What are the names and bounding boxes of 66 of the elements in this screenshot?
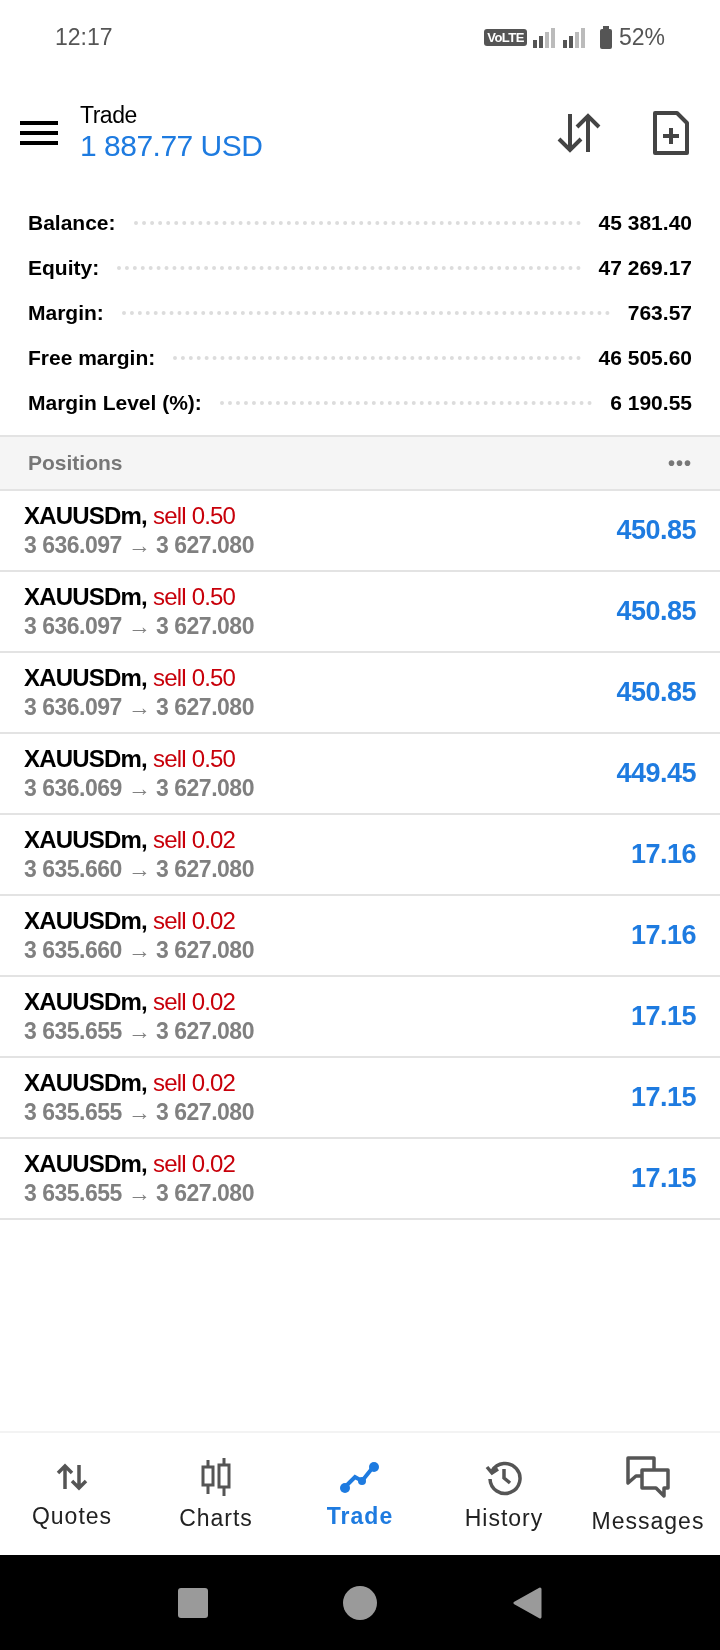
symbol: XAUUSDm, — [24, 988, 147, 1016]
summary-label: Equity: — [28, 255, 100, 280]
order-type: sell 0.50 — [152, 664, 236, 692]
position-profit: 17.16 — [630, 920, 696, 951]
summary-label: Balance: — [28, 210, 116, 235]
summary-label: Margin: — [28, 300, 104, 325]
price-range: 3 635.655 → 3 627.080 — [24, 1018, 255, 1045]
clock: 12:17 — [55, 24, 113, 51]
price-range: 3 636.097 → 3 627.080 — [24, 613, 255, 640]
position-profit: 17.15 — [630, 1001, 696, 1032]
nav-tab[interactable]: History — [432, 1456, 576, 1532]
section-title: Positions — [28, 451, 123, 475]
position-profit: 449.45 — [616, 758, 696, 789]
summary-value: 47 269.17 — [598, 255, 692, 280]
position-profit: 17.16 — [630, 839, 696, 870]
price-range: 3 635.655 → 3 627.080 — [24, 1180, 255, 1207]
order-type: sell 0.02 — [152, 826, 236, 854]
back-icon[interactable] — [512, 1586, 543, 1619]
battery-percent: 52% — [618, 24, 665, 51]
price-range: 3 636.069 → 3 627.080 — [24, 775, 255, 802]
home-icon[interactable] — [343, 1585, 377, 1620]
order-type: sell 0.02 — [152, 988, 236, 1016]
summary-value: 6 190.55 — [610, 390, 692, 415]
summary-value: 45 381.40 — [598, 210, 692, 235]
position-profit: 450.85 — [616, 677, 696, 708]
order-type: sell 0.50 — [152, 583, 236, 611]
order-type: sell 0.50 — [152, 745, 236, 773]
battery-icon — [598, 25, 613, 50]
order-type: sell 0.02 — [152, 907, 236, 935]
price-range: 3 635.655 → 3 627.080 — [24, 1099, 255, 1126]
price-range: 3 635.660 → 3 627.080 — [24, 937, 255, 964]
summary-label: Margin Level (%): — [28, 390, 202, 415]
menu-icon[interactable] — [20, 119, 58, 146]
profit-total: 1 887.77 USD — [80, 129, 264, 163]
symbol: XAUUSDm, — [24, 502, 147, 530]
chat-bubbles-icon — [624, 1453, 672, 1500]
price-range: 3 636.097 → 3 627.080 — [24, 532, 255, 559]
symbol: XAUUSDm, — [24, 1069, 147, 1097]
order-type: sell 0.02 — [152, 1150, 236, 1178]
price-range: 3 636.097 → 3 627.080 — [24, 694, 255, 721]
sort-arrows-icon[interactable] — [556, 111, 602, 154]
new-document-icon[interactable] — [652, 109, 690, 156]
nav-tab[interactable]: Trade — [288, 1458, 432, 1530]
symbol: XAUUSDm, — [24, 826, 147, 854]
symbol: XAUUSDm, — [24, 1150, 147, 1178]
position-profit: 17.15 — [630, 1163, 696, 1194]
network-badge: VoLTE — [484, 29, 527, 46]
symbol: XAUUSDm, — [24, 583, 147, 611]
recents-icon[interactable] — [177, 1587, 208, 1618]
symbol: XAUUSDm, — [24, 745, 147, 773]
price-range: 3 635.660 → 3 627.080 — [24, 856, 255, 883]
summary-value: 763.57 — [627, 300, 692, 325]
order-type: sell 0.02 — [152, 1069, 236, 1097]
symbol: XAUUSDm, — [24, 664, 147, 692]
order-type: sell 0.50 — [152, 502, 236, 530]
more-button[interactable]: ••• — [668, 451, 692, 475]
nav-tab[interactable]: Messages — [576, 1453, 720, 1535]
nav-tab[interactable]: Charts — [144, 1456, 288, 1532]
screen-title: Trade — [80, 102, 138, 129]
position-profit: 450.85 — [616, 596, 696, 627]
symbol: XAUUSDm, — [24, 907, 147, 935]
summary-value: 46 505.60 — [598, 345, 692, 370]
summary-label: Free margin: — [28, 345, 156, 370]
nav-tab[interactable]: Quotes — [0, 1458, 144, 1530]
position-profit: 450.85 — [616, 515, 696, 546]
position-profit: 17.15 — [630, 1082, 696, 1113]
